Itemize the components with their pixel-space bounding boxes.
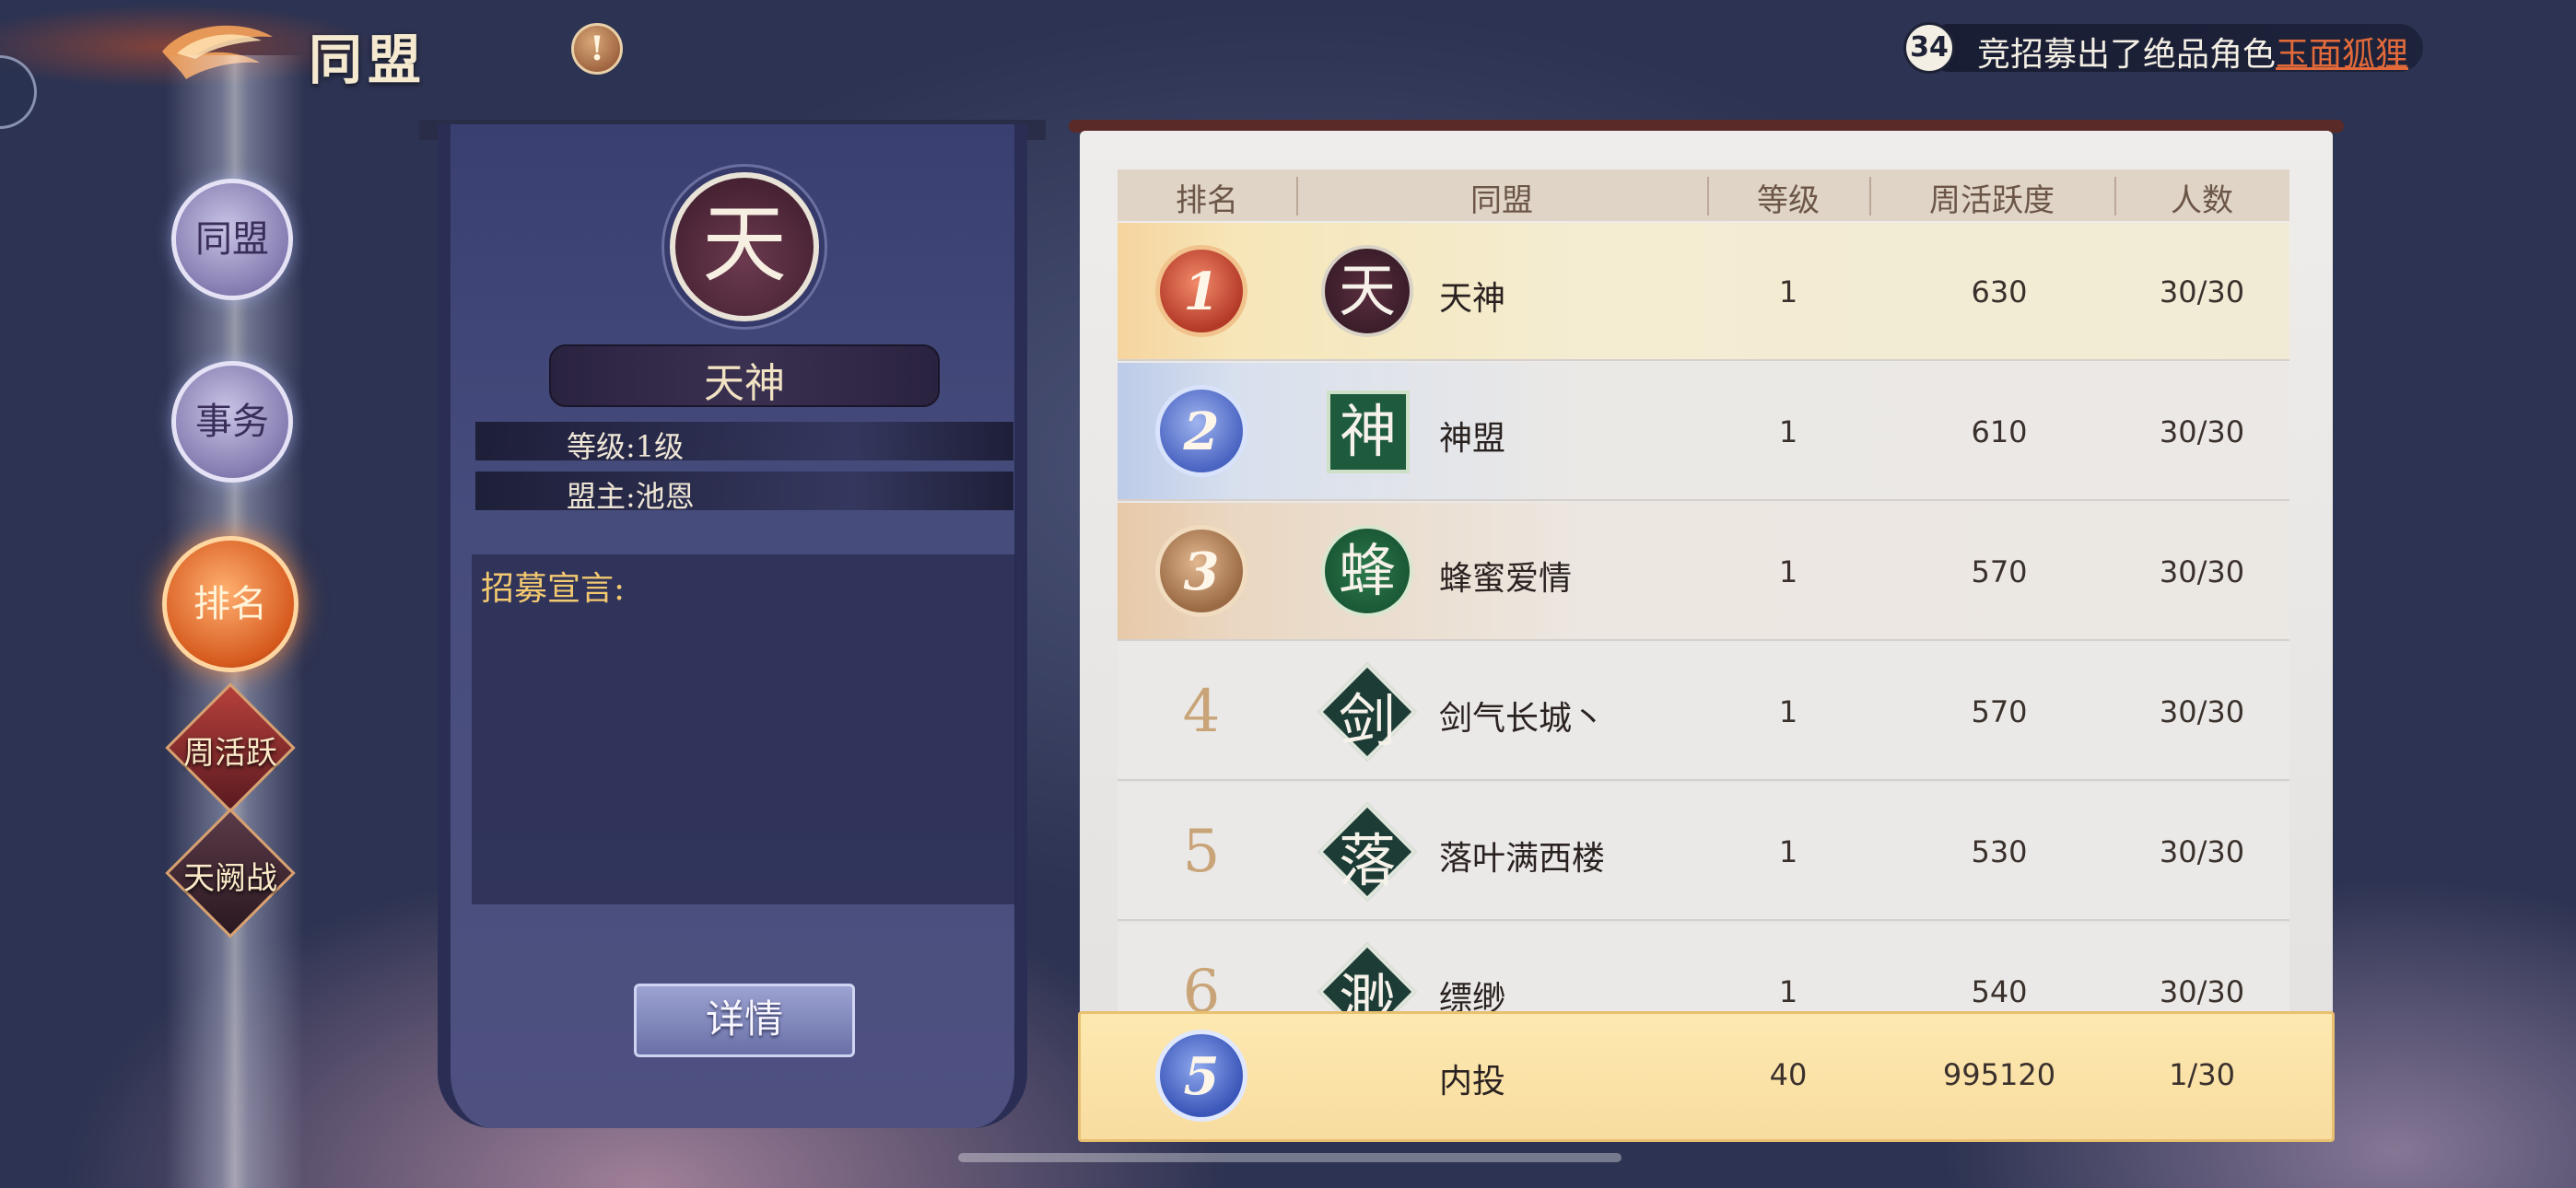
info-button[interactable]: ! <box>571 23 623 75</box>
header-weekly-activity: 周活跃度 <box>1929 182 2055 219</box>
level-cell: 1 <box>1778 974 1798 1009</box>
header-level: 等级 <box>1757 182 1820 219</box>
nav-ranking-button[interactable]: 排名 <box>162 536 299 672</box>
sub-tianque-war-button[interactable]: 天阙战 <box>157 853 304 898</box>
level-cell: 1 <box>1778 834 1798 869</box>
guild-name-cell: 落叶满西楼 <box>1439 840 1606 878</box>
announcement-highlight[interactable]: 玉面狐狸 <box>2276 36 2408 74</box>
activity-cell: 570 <box>1971 694 2028 729</box>
own-members-cell: 1/30 <box>2169 1057 2235 1092</box>
activity-cell: 570 <box>1971 554 2028 589</box>
details-button[interactable]: 详情 <box>634 984 855 1057</box>
guild-level-row <box>475 422 1013 460</box>
guild-emblem-icon: 神 <box>1327 390 1410 473</box>
members-cell: 30/30 <box>2159 274 2245 309</box>
activity-cell: 630 <box>1971 274 2028 309</box>
own-guild-name: 内投 <box>1439 1063 1506 1101</box>
rank-medal-bronze: 3 <box>1155 525 1247 617</box>
page-title: 同盟 <box>309 29 427 91</box>
announcement-count-badge: 34 <box>1903 22 1955 74</box>
announcement-text: 竞招募出了绝品角色玉面狐狸 <box>1977 28 2408 76</box>
announcement-message: 竞招募出了绝品角色 <box>1977 36 2277 74</box>
activity-cell: 530 <box>1971 834 2028 869</box>
members-cell: 30/30 <box>2159 974 2245 1009</box>
own-rank-medal: 5 <box>1155 1030 1247 1122</box>
guild-name-cell: 剑气长城丶 <box>1439 700 1606 738</box>
guild-name-cell: 天神 <box>1439 280 1506 318</box>
rank-medal-gold: 1 <box>1155 245 1247 337</box>
guild-name-cell: 神盟 <box>1439 420 1506 458</box>
nav-affairs-button[interactable]: 事务 <box>171 361 293 483</box>
level-cell: 1 <box>1778 694 1798 729</box>
guild-name-cell: 蜂蜜爱情 <box>1439 560 1573 598</box>
guild-leader-text: 盟主:池恩 <box>567 479 695 514</box>
members-cell: 30/30 <box>2159 554 2245 589</box>
activity-cell: 610 <box>1971 414 2028 449</box>
guild-name: 天神 <box>704 360 785 407</box>
guild-leader-row <box>475 472 1013 510</box>
home-indicator <box>958 1153 1622 1162</box>
guild-emblem-icon: 剑 <box>1338 687 1396 754</box>
nav-alliance-button[interactable]: 同盟 <box>171 179 293 300</box>
level-cell: 1 <box>1778 274 1798 309</box>
guild-emblem-icon: 蜂 <box>1321 525 1413 617</box>
level-cell: 1 <box>1778 554 1798 589</box>
members-cell: 30/30 <box>2159 414 2245 449</box>
members-cell: 30/30 <box>2159 834 2245 869</box>
header-members: 人数 <box>2171 182 2233 219</box>
header-guild: 同盟 <box>1470 182 1533 219</box>
activity-cell: 540 <box>1971 974 2028 1009</box>
level-cell: 1 <box>1778 414 1798 449</box>
guild-emblem: 天 <box>670 172 819 321</box>
header-rank: 排名 <box>1176 182 1238 219</box>
members-cell: 30/30 <box>2159 694 2245 729</box>
rank-number: 4 <box>1182 678 1221 746</box>
guild-level-text: 等级:1级 <box>567 429 685 464</box>
own-activity-cell: 995120 <box>1942 1057 2056 1092</box>
rank-number: 5 <box>1182 818 1221 886</box>
sub-weekly-activity-button[interactable]: 周活跃 <box>157 728 304 773</box>
guild-emblem-icon: 天 <box>1321 245 1413 337</box>
rank-medal-silver: 2 <box>1155 385 1247 477</box>
own-level-cell: 40 <box>1769 1057 1808 1092</box>
recruit-declaration-label: 招募宣言: <box>481 570 626 608</box>
guild-emblem-icon: 落 <box>1338 827 1396 894</box>
